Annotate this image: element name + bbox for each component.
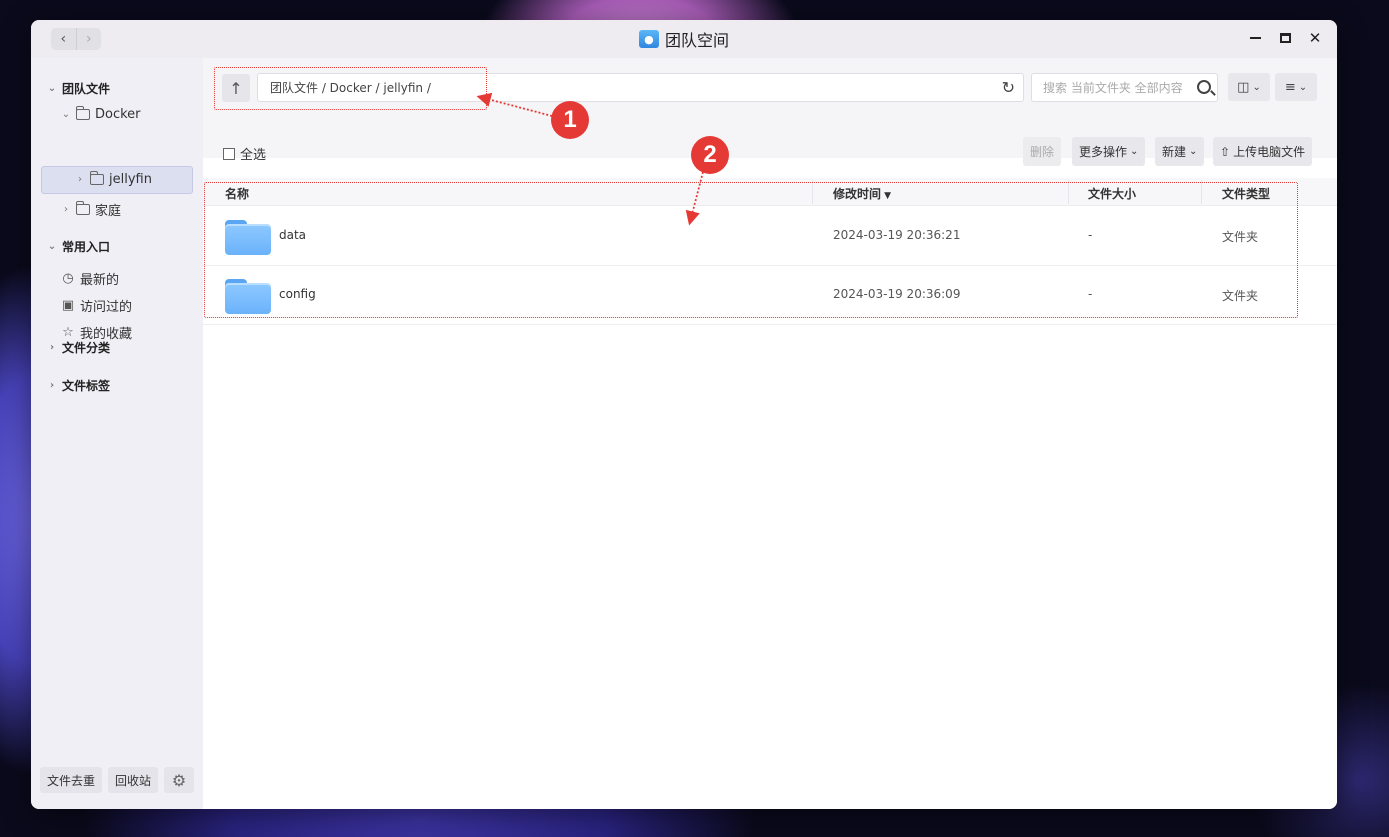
- sidebar-item-recent[interactable]: ◷ 最新的: [61, 269, 119, 288]
- sidebar-item-jellyfin[interactable]: › jellyfin: [75, 171, 152, 187]
- settings-button[interactable]: ⚙: [164, 767, 195, 793]
- refresh-icon[interactable]: ↻: [1002, 78, 1015, 97]
- sidebar-footer: 文件去重 回收站 ⚙: [40, 767, 195, 793]
- sidebar-item-file-category-row[interactable]: › 文件分类: [47, 339, 110, 356]
- annotation-badge-1: 1: [551, 101, 589, 139]
- close-button[interactable]: ✕: [1307, 29, 1323, 47]
- annotation-box-path: [214, 67, 487, 110]
- window-controls: ✕: [1247, 29, 1323, 47]
- chevron-down-icon: ⌄: [1298, 81, 1308, 93]
- file-manager-window: ‹ › ● 团队空间 ✕ ⌄ 团队文件 ⌄ Docker › jellyfin: [31, 20, 1337, 809]
- star-icon: ☆: [62, 325, 74, 340]
- sidebar-item-common[interactable]: ⌄ 常用入口: [47, 238, 110, 255]
- list-view-icon: ≡: [1284, 79, 1296, 95]
- camera-icon: ▣: [61, 298, 75, 313]
- chevron-down-icon: ⌄: [1130, 146, 1139, 157]
- gear-icon: ⚙: [171, 770, 187, 790]
- chevron-down-icon: ⌄: [47, 83, 57, 94]
- main-panel: ↑ 团队文件 / Docker / jellyfin / ↻ 搜索 当前文件夹 …: [203, 58, 1337, 809]
- window-title: ● 团队空间: [638, 27, 729, 51]
- chevron-right-icon: ›: [78, 174, 82, 185]
- sidebar-item-label: jellyfin: [109, 172, 152, 187]
- sidebar-item-label: Docker: [95, 107, 141, 122]
- chevron-down-icon: ⌄: [1189, 146, 1198, 157]
- sidebar-item-label: 家庭: [95, 204, 122, 219]
- sidebar: ⌄ 团队文件 ⌄ Docker › jellyfin › 家庭 ⌄ 常用入口 ◷…: [31, 58, 203, 809]
- sidebar-item-label: 常用入口: [62, 240, 111, 254]
- nav-arrows: ‹ ›: [51, 28, 101, 50]
- chevron-down-icon: ⌄: [61, 109, 71, 120]
- back-button[interactable]: ‹: [51, 28, 76, 50]
- maximize-icon: [1279, 33, 1291, 43]
- maximize-button[interactable]: [1277, 29, 1293, 47]
- sidebar-item-file-tags[interactable]: › 文件标签: [47, 377, 110, 394]
- select-all[interactable]: 全选: [223, 144, 266, 163]
- upload-icon: ⇧: [1220, 144, 1231, 159]
- recycle-bin-button[interactable]: 回收站: [108, 767, 159, 793]
- select-all-label: 全选: [240, 148, 267, 163]
- sidebar-item-label: 访问过的: [80, 300, 133, 315]
- sidebar-item-label: 文件标签: [62, 379, 111, 393]
- delete-label: 删除: [1030, 145, 1055, 159]
- title-bar: ‹ › ● 团队空间 ✕: [31, 20, 1337, 58]
- folder-icon: [76, 106, 90, 120]
- upload-label: 上传电脑文件: [1233, 145, 1306, 159]
- folder-icon: [90, 171, 104, 185]
- sidebar-item-label: 团队文件: [62, 82, 111, 96]
- sort-view-button[interactable]: ◫ ⌄: [1228, 73, 1270, 101]
- new-button[interactable]: 新建 ⌄: [1155, 137, 1205, 166]
- dedupe-button[interactable]: 文件去重: [40, 767, 103, 793]
- search-placeholder: 搜索 当前文件夹 全部内容: [1043, 81, 1183, 95]
- forward-button[interactable]: ›: [75, 28, 102, 50]
- search-icon[interactable]: [1197, 80, 1211, 94]
- delete-button[interactable]: 删除: [1023, 137, 1062, 166]
- chevron-down-icon: ⌄: [1252, 81, 1261, 93]
- sidebar-item-family[interactable]: › 家庭: [61, 200, 121, 219]
- window-title-text: 团队空间: [664, 31, 729, 50]
- team-space-icon: ●: [638, 30, 659, 48]
- chevron-right-icon: ›: [49, 342, 55, 353]
- sidebar-item-visited[interactable]: ▣ 访问过的: [61, 296, 132, 315]
- minimize-icon: [1249, 37, 1261, 39]
- sidebar-item-docker[interactable]: ⌄ Docker: [61, 106, 141, 122]
- minimize-button[interactable]: [1247, 29, 1263, 47]
- select-all-checkbox[interactable]: [223, 147, 235, 160]
- clock-icon: ◷: [62, 271, 74, 286]
- new-label: 新建: [1162, 145, 1187, 159]
- upload-button[interactable]: ⇧ 上传电脑文件: [1213, 137, 1313, 166]
- chevron-right-icon: ›: [49, 380, 55, 391]
- search-input[interactable]: 搜索 当前文件夹 全部内容: [1031, 73, 1218, 102]
- close-icon: ✕: [1308, 29, 1322, 47]
- more-actions-button[interactable]: 更多操作 ⌄: [1072, 137, 1146, 166]
- more-actions-label: 更多操作: [1079, 145, 1128, 159]
- folder-icon: [76, 201, 90, 215]
- sidebar-item-team-files[interactable]: ⌄ 团队文件: [47, 80, 110, 97]
- annotation-box-files: [204, 182, 1298, 318]
- annotation-badge-2: 2: [691, 136, 729, 174]
- list-view-button[interactable]: ≡ ⌄: [1275, 73, 1317, 101]
- chevron-right-icon: ›: [64, 204, 68, 215]
- column-view-icon: ◫: [1237, 79, 1250, 95]
- sidebar-item-label: 文件分类: [62, 341, 111, 355]
- sidebar-item-label: 最新的: [80, 273, 120, 288]
- chevron-down-icon: ⌄: [47, 241, 57, 252]
